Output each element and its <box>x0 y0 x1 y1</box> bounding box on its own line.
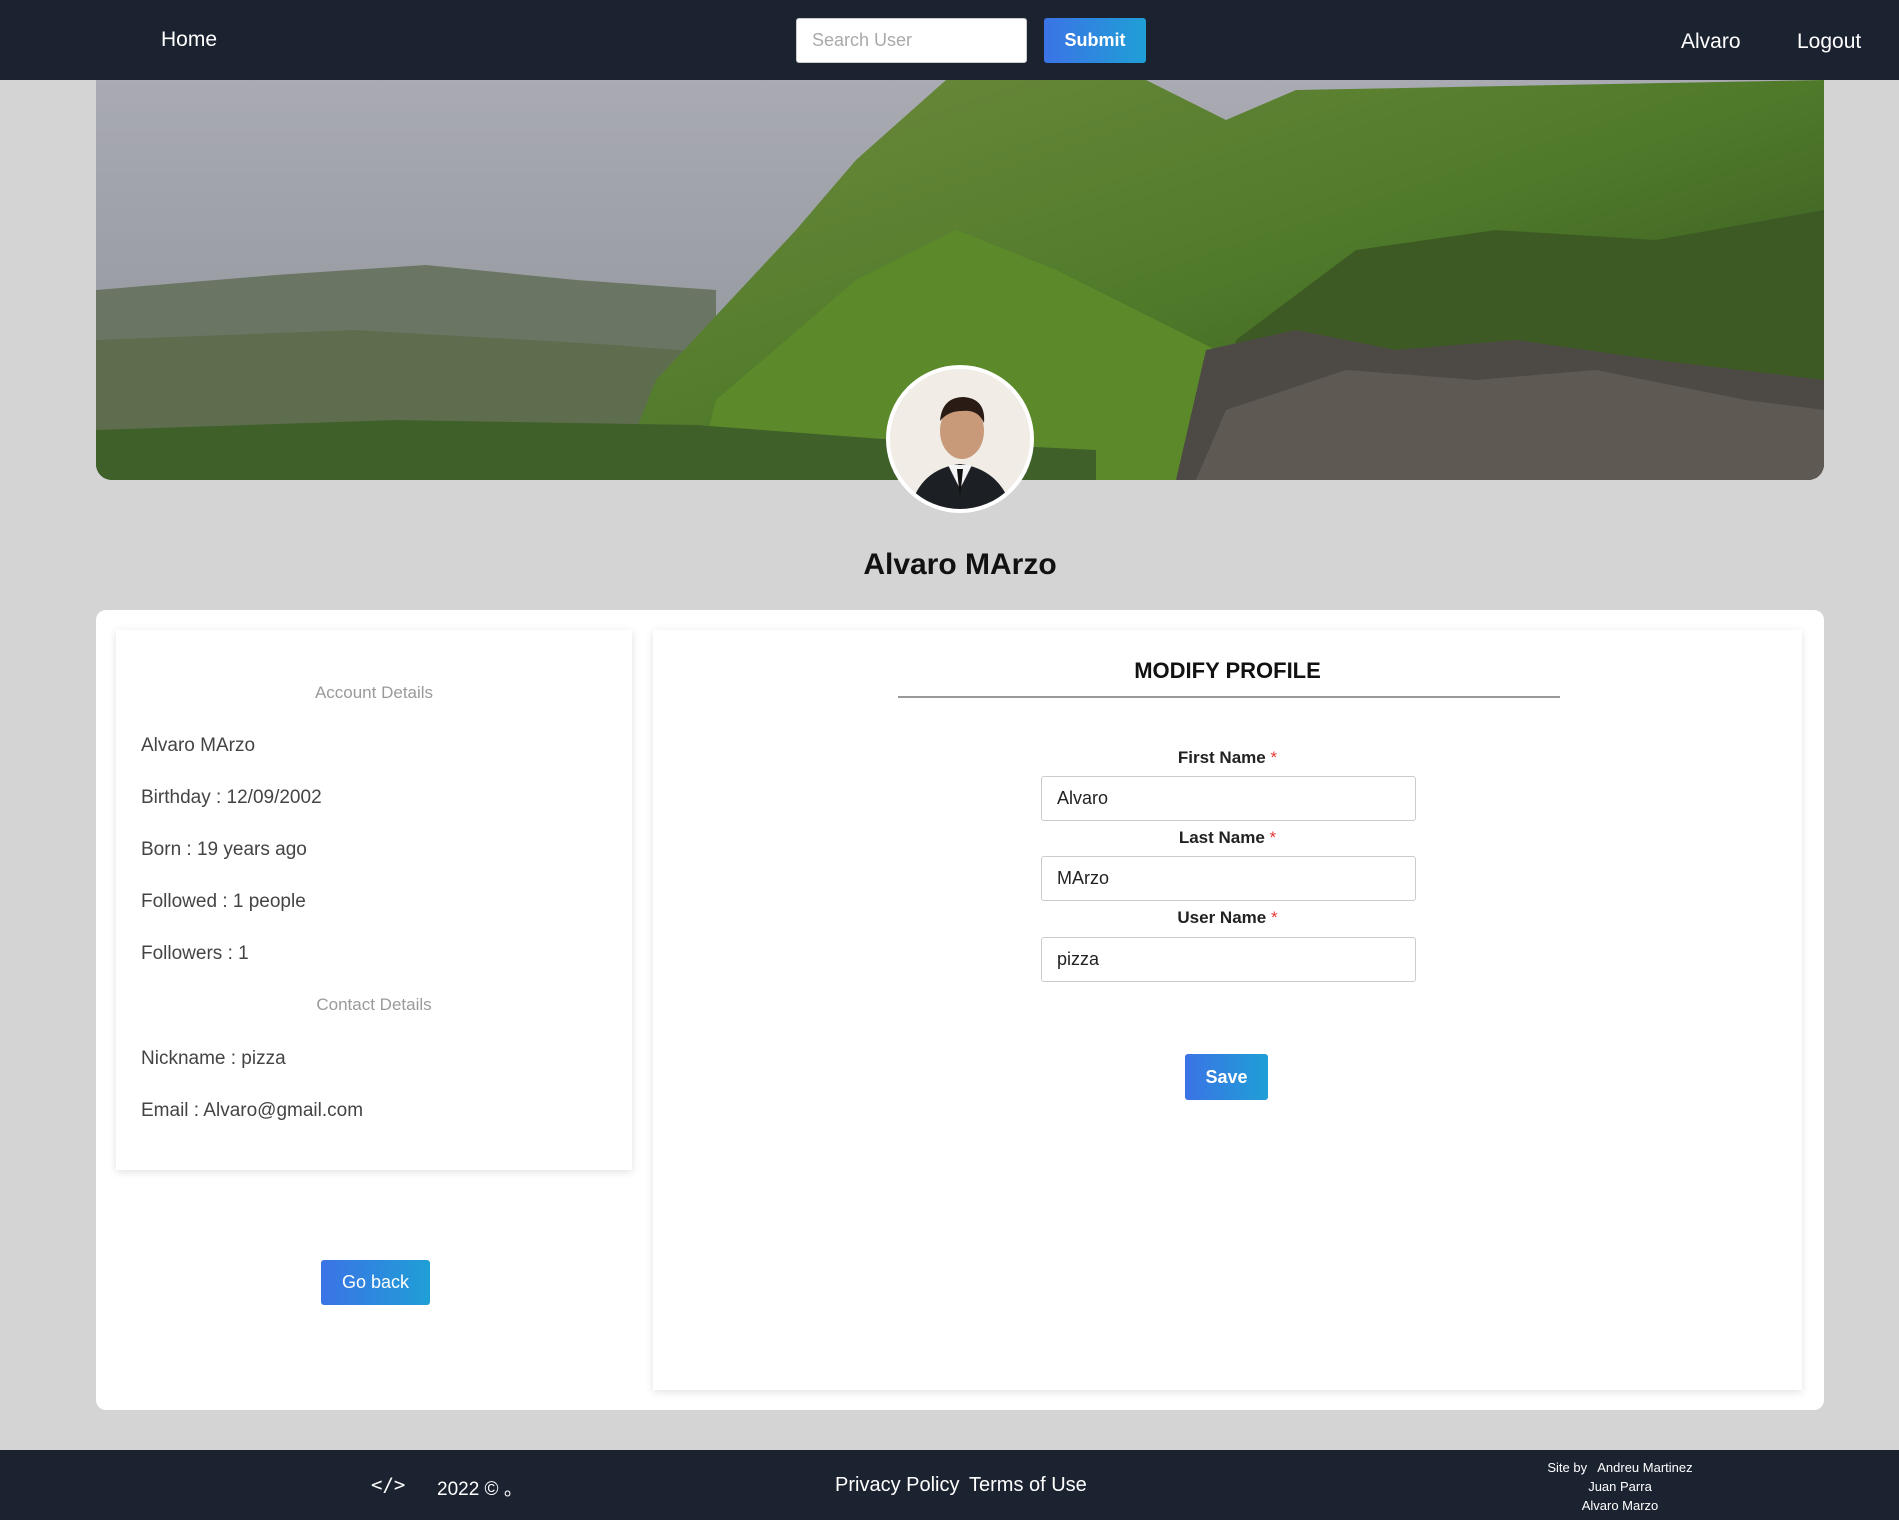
account-followers: Followers : 1 <box>141 943 249 964</box>
modify-profile-card: MODIFY PROFILE First Name * Last Name * … <box>653 630 1802 1390</box>
terms-of-use-link[interactable]: Terms of Use <box>969 1474 1087 1497</box>
required-asterisk: * <box>1269 828 1277 847</box>
credits-line: Juan Parra <box>1588 1479 1652 1494</box>
account-born: Born : 19 years ago <box>141 839 307 860</box>
contact-details-title: Contact Details <box>316 995 432 1014</box>
user-name-label: User Name * <box>653 908 1802 928</box>
top-navbar: Home Submit Alvaro Logout <box>0 0 1899 80</box>
account-birthday: Birthday : 12/09/2002 <box>141 787 322 808</box>
account-followed: Followed : 1 people <box>141 891 306 912</box>
account-full-name: Alvaro MArzo <box>141 735 256 756</box>
go-back-button[interactable]: Go back <box>321 1260 430 1305</box>
site-credits: Site by Andreu Martinez Juan Parra Alvar… <box>1500 1458 1740 1515</box>
first-name-input[interactable] <box>1041 776 1416 821</box>
save-button[interactable]: Save <box>1185 1054 1268 1100</box>
required-asterisk: * <box>1270 748 1278 767</box>
site-footer: </> 2022 © 。 Privacy Policy Terms of Use… <box>0 1450 1899 1520</box>
title-divider <box>898 696 1560 698</box>
first-name-label-text: First Name <box>1177 748 1266 767</box>
nav-user-link[interactable]: Alvaro <box>1681 30 1741 54</box>
contact-nickname: Nickname : pizza <box>141 1048 286 1069</box>
user-name-label-text: User Name <box>1177 908 1267 927</box>
user-name-input[interactable] <box>1041 937 1416 982</box>
account-details-card: Account Details Alvaro MArzo Birthday : … <box>116 630 632 1170</box>
last-name-label-text: Last Name <box>1178 828 1265 847</box>
footer-copyright: 2022 © 。 <box>437 1479 523 1500</box>
profile-main-card: Account Details Alvaro MArzo Birthday : … <box>96 610 1824 1410</box>
profile-avatar <box>886 365 1034 513</box>
privacy-policy-link[interactable]: Privacy Policy <box>835 1474 959 1497</box>
search-submit-button[interactable]: Submit <box>1044 18 1146 63</box>
first-name-label: First Name * <box>653 748 1802 768</box>
account-details-title: Account Details <box>314 683 434 702</box>
search-user-input[interactable] <box>796 18 1027 63</box>
credits-line: Alvaro Marzo <box>1581 1498 1659 1513</box>
last-name-input[interactable] <box>1041 856 1416 901</box>
credits-line: Site by Andreu Martinez <box>1547 1460 1693 1475</box>
modify-profile-title: MODIFY PROFILE <box>1134 658 1321 683</box>
profile-name-heading: Alvaro MArzo <box>863 548 1057 581</box>
code-icon: </> <box>371 1474 406 1496</box>
last-name-label: Last Name * <box>653 828 1802 848</box>
logout-link[interactable]: Logout <box>1797 30 1861 54</box>
contact-email: Email : Alvaro@gmail.com <box>141 1100 364 1121</box>
nav-home-link[interactable]: Home <box>161 28 217 52</box>
required-asterisk: * <box>1270 908 1278 927</box>
